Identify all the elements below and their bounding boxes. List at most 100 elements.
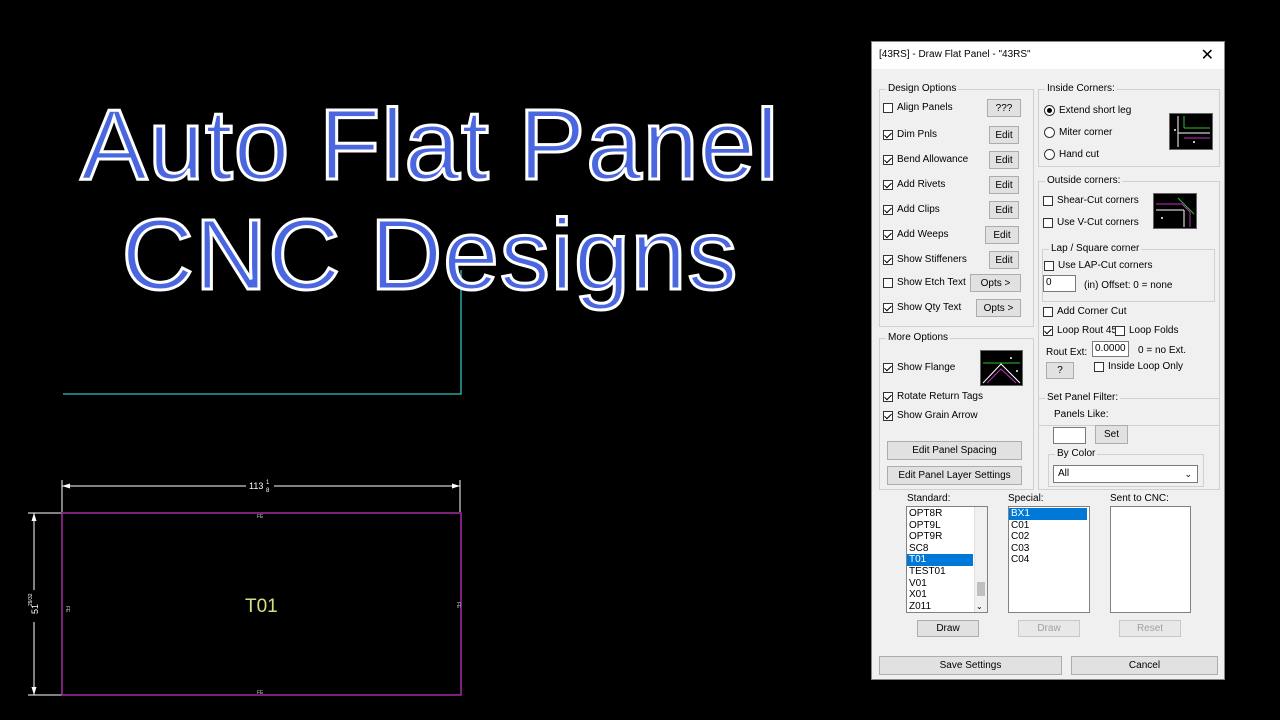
- design-option-check-icon[interactable]: [883, 277, 893, 288]
- save-settings-button[interactable]: Save Settings: [879, 656, 1062, 675]
- show-flange-check-icon[interactable]: [883, 362, 893, 373]
- help-button[interactable]: ?: [1046, 362, 1074, 379]
- design-option-check-icon[interactable]: [883, 154, 893, 165]
- design-option-checkbox[interactable]: Bend Allowance: [883, 154, 968, 165]
- use-lap-cut-check-icon[interactable]: [1044, 260, 1054, 271]
- edit-panel-layer-settings-button[interactable]: Edit Panel Layer Settings: [887, 466, 1022, 485]
- loop-rout-45-checkbox[interactable]: Loop Rout 45: [1043, 325, 1117, 336]
- inside-loop-only-checkbox[interactable]: Inside Loop Only: [1094, 361, 1183, 372]
- standard-list[interactable]: OPT8R OPT9L OPT9R SC8 T01 TEST01 V01 X01 Z011 ⌄: [906, 506, 988, 613]
- draw-special-button[interactable]: Draw: [1018, 620, 1080, 637]
- design-option-checkbox[interactable]: Add Clips: [883, 204, 940, 215]
- panels-like-input[interactable]: [1053, 427, 1086, 444]
- standard-list-label: Standard:: [907, 493, 951, 504]
- list-item[interactable]: C01: [1009, 520, 1087, 532]
- inside-loop-only-label: Inside Loop Only: [1108, 361, 1184, 372]
- design-option-checkbox[interactable]: Align Panels: [883, 102, 953, 113]
- loop-folds-check-icon[interactable]: [1115, 325, 1125, 336]
- v-cut-corners-checkbox[interactable]: Use V-Cut corners: [1043, 217, 1139, 228]
- design-option-button[interactable]: Edit: [985, 226, 1019, 244]
- v-cut-label: Use V-Cut corners: [1057, 217, 1139, 228]
- list-item[interactable]: OPT9R: [907, 531, 973, 543]
- set-filter-button[interactable]: Set: [1095, 425, 1128, 444]
- add-corner-cut-check-icon[interactable]: [1043, 306, 1053, 317]
- sent-to-cnc-list[interactable]: [1110, 506, 1191, 613]
- show-flange-checkbox[interactable]: Show Flange: [883, 362, 955, 373]
- design-option-checkbox[interactable]: Add Weeps: [883, 229, 949, 240]
- inside-corner-radio[interactable]: Hand cut: [1044, 149, 1099, 160]
- radio-icon[interactable]: [1044, 105, 1055, 116]
- design-option-button[interactable]: Opts >: [970, 274, 1021, 292]
- dialog-title-bar[interactable]: [43RS] - Draw Flat Panel - "43RS" ✕: [872, 42, 1224, 69]
- inside-corner-radio[interactable]: Extend short leg: [1044, 105, 1131, 116]
- chevron-down-icon[interactable]: ⌄: [1184, 466, 1192, 482]
- design-option-button[interactable]: Opts >: [976, 299, 1021, 317]
- shear-cut-label: Shear-Cut corners: [1057, 195, 1139, 206]
- design-option-check-icon[interactable]: [883, 254, 893, 265]
- draw-button[interactable]: Draw: [917, 620, 979, 637]
- close-icon[interactable]: ✕: [1201, 45, 1214, 65]
- show-grain-arrow-checkbox[interactable]: Show Grain Arrow: [883, 410, 978, 421]
- list-item[interactable]: OPT8R: [907, 508, 973, 520]
- design-option-button[interactable]: Edit: [989, 201, 1019, 219]
- list-item[interactable]: X01: [907, 589, 973, 601]
- standard-list-scrollbar[interactable]: ⌄: [974, 507, 987, 612]
- design-option-label: Show Stiffeners: [897, 254, 967, 265]
- add-corner-cut-checkbox[interactable]: Add Corner Cut: [1043, 306, 1126, 317]
- design-option-checkbox[interactable]: Show Etch Text: [883, 277, 966, 288]
- list-item[interactable]: OPT9L: [907, 520, 973, 532]
- design-option-label: Show Qty Text: [897, 302, 962, 313]
- by-color-select[interactable]: All ⌄: [1053, 465, 1198, 483]
- inside-corner-radio[interactable]: Miter corner: [1044, 127, 1112, 138]
- radio-icon[interactable]: [1044, 149, 1055, 160]
- loop-folds-checkbox[interactable]: Loop Folds: [1115, 325, 1178, 336]
- show-grain-arrow-label: Show Grain Arrow: [897, 410, 978, 421]
- design-option-checkbox[interactable]: Dim Pnls: [883, 129, 937, 140]
- design-option-check-icon[interactable]: [883, 204, 893, 215]
- list-item[interactable]: BX1: [1009, 508, 1087, 520]
- cancel-button[interactable]: Cancel: [1071, 656, 1218, 675]
- design-option-label: Dim Pnls: [897, 129, 938, 140]
- inside-corner-radio-label: Hand cut: [1059, 149, 1100, 160]
- design-option-button[interactable]: Edit: [989, 251, 1019, 269]
- radio-icon[interactable]: [1044, 127, 1055, 138]
- design-option-checkbox[interactable]: Add Rivets: [883, 179, 945, 190]
- show-grain-arrow-check-icon[interactable]: [883, 410, 893, 421]
- special-list[interactable]: BX1 C01 C02 C03 C04: [1008, 506, 1090, 613]
- reset-button[interactable]: Reset: [1119, 620, 1181, 637]
- dialog-title: [43RS] - Draw Flat Panel - "43RS": [879, 49, 1031, 60]
- list-item[interactable]: C02: [1009, 531, 1087, 543]
- shear-cut-check-icon[interactable]: [1043, 195, 1053, 206]
- design-option-check-icon[interactable]: [883, 129, 893, 140]
- rotate-return-tags-check-icon[interactable]: [883, 391, 893, 402]
- design-option-button[interactable]: Edit: [989, 126, 1019, 144]
- offset-input[interactable]: 0: [1043, 275, 1076, 292]
- list-item[interactable]: C04: [1009, 554, 1087, 566]
- design-option-checkbox[interactable]: Show Stiffeners: [883, 254, 967, 265]
- list-item[interactable]: Z011: [907, 601, 973, 612]
- edit-panel-spacing-button[interactable]: Edit Panel Spacing: [887, 441, 1022, 460]
- panel-edge-tag-right: FE: [455, 602, 461, 609]
- design-option-check-icon[interactable]: [883, 229, 893, 240]
- design-option-check-icon[interactable]: [883, 302, 893, 313]
- lap-square-corner-label: Lap / Square corner: [1049, 243, 1142, 254]
- use-lap-cut-checkbox[interactable]: Use LAP-Cut corners: [1044, 260, 1152, 271]
- scroll-down-icon[interactable]: ⌄: [976, 602, 983, 612]
- design-option-button[interactable]: Edit: [989, 151, 1019, 169]
- list-item[interactable]: V01: [907, 578, 973, 590]
- v-cut-check-icon[interactable]: [1043, 217, 1053, 228]
- list-item[interactable]: SC8: [907, 543, 973, 555]
- list-item[interactable]: C03: [1009, 543, 1087, 555]
- design-option-check-icon[interactable]: [883, 179, 893, 190]
- list-item[interactable]: T01: [907, 554, 973, 566]
- inside-loop-only-check-icon[interactable]: [1094, 361, 1104, 372]
- design-option-button[interactable]: ???: [987, 99, 1021, 117]
- list-item[interactable]: TEST01: [907, 566, 973, 578]
- rotate-return-tags-checkbox[interactable]: Rotate Return Tags: [883, 391, 983, 402]
- design-option-button[interactable]: Edit: [989, 176, 1019, 194]
- rout-ext-input[interactable]: 0.0000: [1092, 341, 1129, 357]
- design-option-checkbox[interactable]: Show Qty Text: [883, 302, 961, 313]
- shear-cut-corners-checkbox[interactable]: Shear-Cut corners: [1043, 195, 1139, 206]
- design-option-check-icon[interactable]: [883, 102, 893, 113]
- loop-rout-45-check-icon[interactable]: [1043, 325, 1053, 336]
